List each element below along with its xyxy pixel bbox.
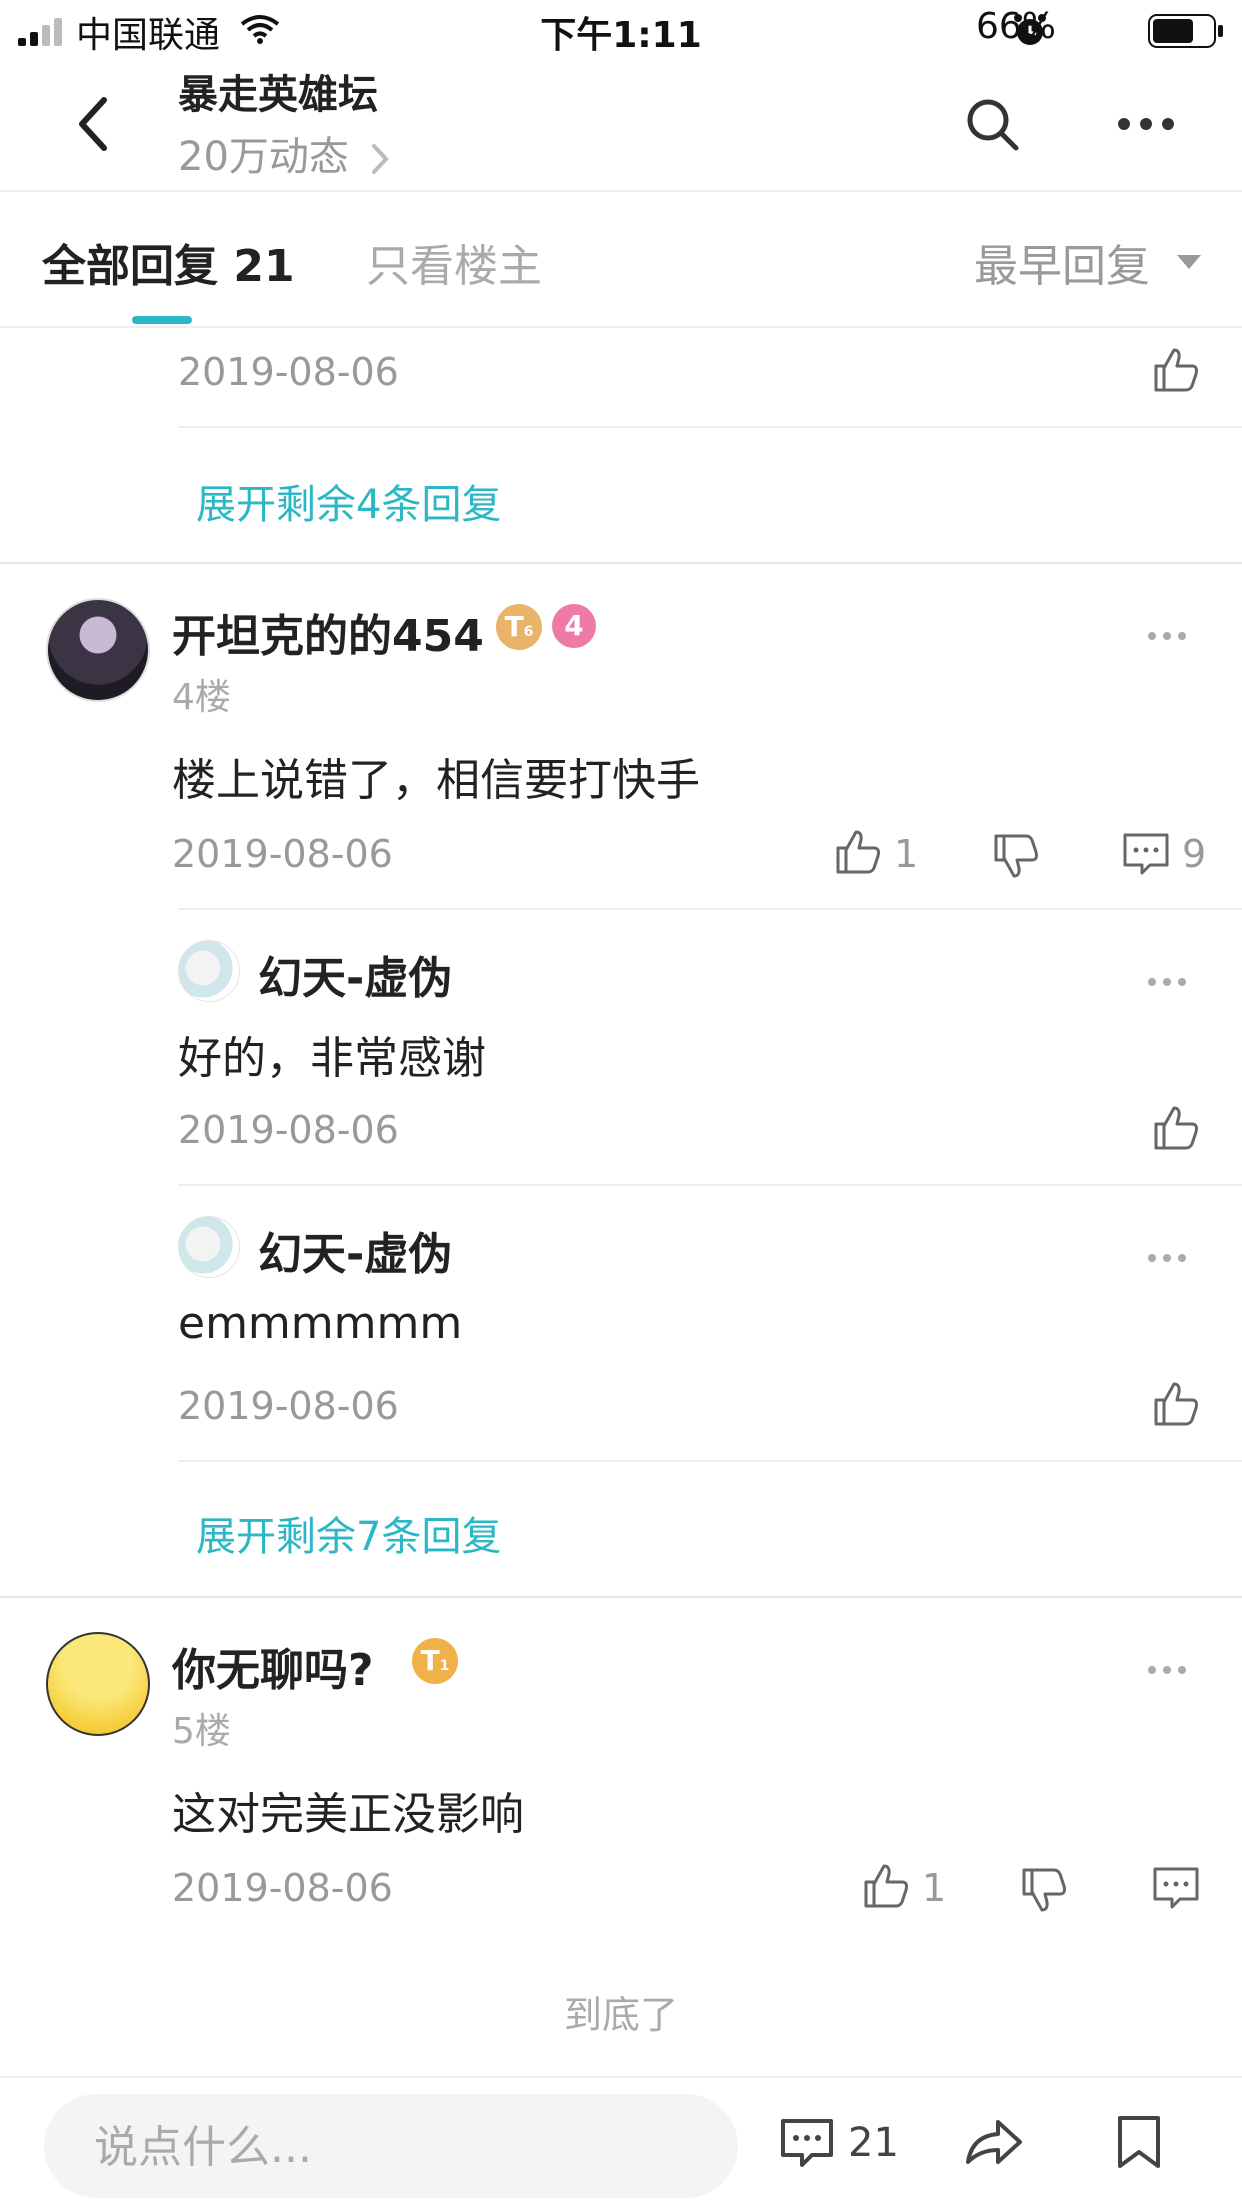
caret-down-icon	[1177, 255, 1201, 269]
thumbs-up-icon[interactable]	[1152, 1380, 1200, 1428]
level-badge: T1	[412, 1638, 458, 1684]
share-icon[interactable]	[964, 2118, 1024, 2168]
comment-icon[interactable]	[780, 2118, 834, 2168]
forum-title[interactable]: 暴走英雄坛	[178, 62, 378, 120]
tab-all-count: 21	[233, 241, 295, 292]
divider	[178, 908, 1242, 910]
bookmark-icon[interactable]	[1116, 2114, 1162, 2170]
reply-date: 2019-08-06	[178, 1108, 399, 1152]
level-badge: T6	[496, 604, 542, 650]
post-separator	[0, 562, 1242, 564]
rank-badge: 4	[552, 604, 596, 648]
back-icon[interactable]	[74, 94, 114, 154]
thumbs-up-icon[interactable]	[1152, 1104, 1200, 1152]
level-badge-sub: 6	[523, 624, 534, 640]
search-icon[interactable]	[966, 98, 1020, 152]
battery-percent: 66%	[975, 6, 1056, 47]
more-options-icon[interactable]	[1146, 1664, 1188, 1676]
floor-number: 5楼	[172, 1711, 231, 1752]
comment-count: 9	[1182, 832, 1207, 876]
sort-label: 最早回复	[974, 241, 1150, 292]
level-badge-sub: 1	[439, 1658, 450, 1674]
divider	[178, 1460, 1242, 1462]
tab-all-label: 全部回复	[42, 241, 218, 292]
battery-icon	[1148, 14, 1223, 48]
more-menu-icon[interactable]	[1116, 116, 1176, 132]
reply-username[interactable]: 幻天-虚伪	[258, 942, 452, 1006]
divider	[178, 426, 1242, 428]
like-count: 1	[894, 832, 919, 876]
reply-avatar[interactable]	[178, 1216, 240, 1278]
divider	[178, 1184, 1242, 1186]
reply-tabs: 全部回复 21 只看楼主 最早回复	[0, 190, 1242, 328]
expand-replies-link[interactable]: 展开剩余4条回复	[196, 472, 501, 530]
forum-subtitle[interactable]: 20万动态	[178, 124, 392, 182]
reply-content: emmmmmm	[178, 1298, 463, 1349]
bottom-comment-count: 21	[848, 2120, 899, 2166]
bottom-bar: 21	[0, 2076, 1242, 2210]
comment-icon[interactable]	[1122, 832, 1170, 876]
more-options-icon[interactable]	[1146, 630, 1188, 642]
sort-dropdown[interactable]: 最早回复	[974, 230, 1150, 294]
post-content: 这对完美正没影响	[172, 1789, 524, 1840]
subtitle-text: 20万动态	[178, 134, 349, 180]
thumbs-up-icon[interactable]	[1152, 346, 1200, 394]
tab-all-replies[interactable]: 全部回复 21	[42, 230, 295, 294]
thumbs-down-icon[interactable]	[1020, 1866, 1068, 1914]
more-options-icon[interactable]	[1146, 1252, 1188, 1264]
avatar[interactable]	[46, 1632, 150, 1736]
reply-date: 2019-08-06	[178, 1384, 399, 1428]
more-options-icon[interactable]	[1146, 976, 1188, 988]
reply-avatar[interactable]	[178, 940, 240, 1002]
post-content: 楼上说错了，相信要打快手	[172, 755, 700, 806]
thumbs-up-icon[interactable]	[862, 1862, 910, 1910]
reply-username[interactable]: 幻天-虚伪	[258, 1218, 452, 1282]
comment-input[interactable]	[92, 2094, 716, 2200]
post-date: 2019-08-06	[172, 832, 393, 876]
floor-number: 4楼	[172, 677, 231, 718]
avatar[interactable]	[46, 598, 150, 702]
level-badge-letter: T	[504, 610, 524, 643]
level-badge-letter: T	[420, 1644, 440, 1677]
chevron-right-icon	[371, 144, 389, 174]
expand-replies-link[interactable]: 展开剩余7条回复	[196, 1504, 501, 1562]
like-count: 1	[922, 1866, 947, 1910]
post-separator	[0, 1596, 1242, 1598]
nav-header: 暴走英雄坛 20万动态	[0, 62, 1242, 192]
post-date: 2019-08-06	[172, 1866, 393, 1910]
reply-content: 好的，非常感谢	[178, 1033, 486, 1084]
thumbs-up-icon[interactable]	[834, 828, 882, 876]
thumbs-down-icon[interactable]	[992, 832, 1040, 880]
end-of-list-text: 到底了	[563, 1993, 678, 2037]
post-username[interactable]: 你无聊吗?	[172, 1634, 374, 1698]
post-username[interactable]: 开坦克的的454	[172, 600, 484, 664]
comment-icon[interactable]	[1152, 1866, 1200, 1910]
tab-owner-only[interactable]: 只看楼主	[366, 230, 542, 294]
status-bar: 中国联通 下午1:11 66%	[0, 0, 1242, 62]
active-tab-indicator	[132, 316, 192, 324]
comment-input-container	[44, 2094, 738, 2200]
reply-date: 2019-08-06	[178, 350, 399, 394]
